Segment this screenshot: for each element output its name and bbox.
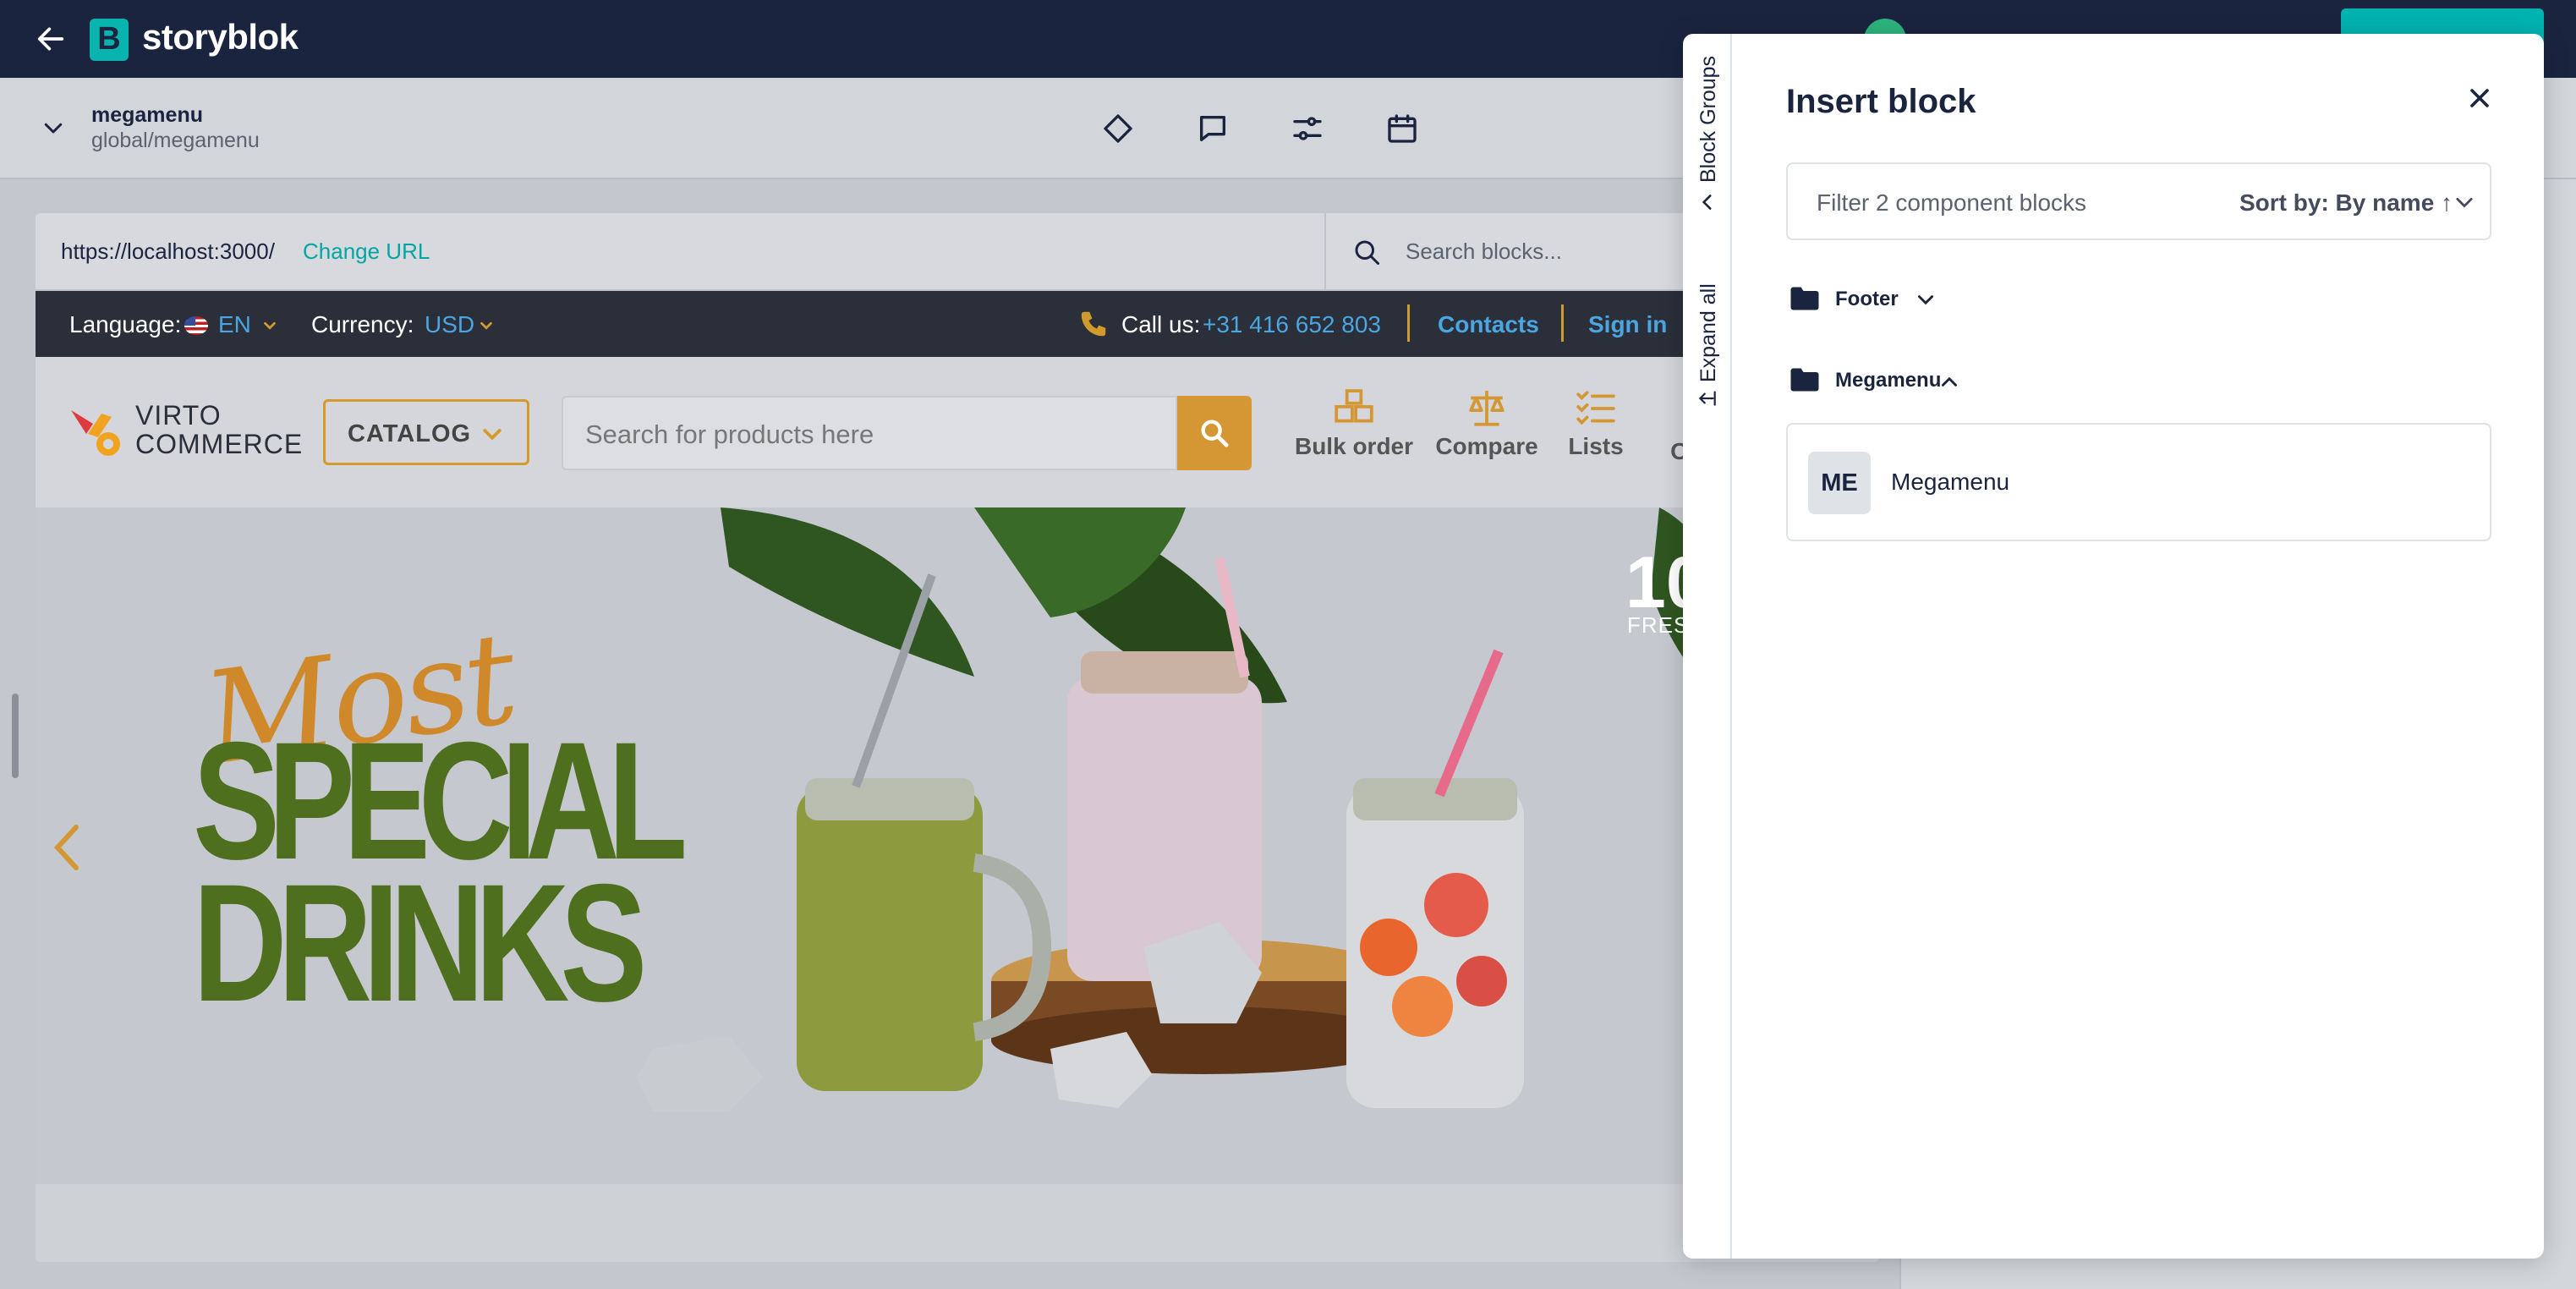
drawer-rail: Block Groups Expand all: [1683, 34, 1732, 1259]
collapse-left-icon[interactable]: [1696, 387, 1718, 409]
currency-label: Currency:: [311, 311, 414, 337]
checklist-icon: [1576, 391, 1615, 425]
calendar-icon[interactable]: [1385, 112, 1419, 145]
story-title: megamenu: [91, 103, 203, 127]
preview-footer: [36, 1184, 1879, 1262]
divider: [1324, 213, 1326, 291]
filter-blocks-input[interactable]: Filter 2 component blocks Sort by: By na…: [1786, 162, 2491, 240]
nav-bulk-order[interactable]: Bulk order: [1291, 389, 1417, 460]
app-name: storyblok: [142, 17, 299, 57]
chevron-down-icon[interactable]: [2453, 191, 2476, 215]
storyblok-logo-icon: B: [90, 19, 129, 61]
scales-icon: [1469, 391, 1504, 426]
preview-url: https://localhost:3000/: [61, 239, 275, 264]
insert-block-drawer: Block Groups Expand all Insert block Fil…: [1683, 34, 2544, 1259]
search-blocks-input[interactable]: Search blocks...: [1406, 239, 1562, 265]
sort-select[interactable]: Sort by: By name ↑: [2239, 189, 2453, 217]
language-label: Language:: [69, 311, 182, 337]
chevron-up-icon: [1942, 376, 1957, 387]
virto-logo-text: VIRTO COMMERCE: [135, 400, 304, 459]
expand-all-toggle[interactable]: Expand all: [1696, 283, 1721, 382]
visual-editor-preview: https://localhost:3000/ Change URL Searc…: [36, 213, 1879, 1262]
product-search-button[interactable]: [1177, 396, 1252, 470]
sign-in-link[interactable]: Sign in: [1588, 311, 1667, 338]
block-badge: ME: [1808, 452, 1871, 514]
close-icon[interactable]: [2464, 83, 2495, 113]
phone-link[interactable]: +31 416 652 803: [1203, 311, 1381, 338]
search-icon: [1201, 420, 1229, 447]
group-label: Footer: [1835, 288, 1899, 310]
change-url-link[interactable]: Change URL: [303, 239, 430, 265]
filter-placeholder: Filter 2 component blocks: [1817, 189, 2087, 216]
virto-logo-icon: [71, 410, 120, 456]
url-bar: https://localhost:3000/ Change URL Searc…: [36, 213, 1879, 291]
nav-lists[interactable]: Lists: [1558, 389, 1634, 460]
language-select[interactable]: EN: [218, 311, 251, 338]
folder-icon: [1790, 368, 1819, 392]
nav-compare[interactable]: Compare: [1434, 389, 1539, 460]
site-header: VIRTO COMMERCE CATALOG Search for produc…: [36, 357, 1879, 507]
sliders-icon[interactable]: [1291, 112, 1324, 145]
site-utility-bar: Language: EN Currency: USD Call us: +31 …: [36, 291, 1879, 357]
divider: [1407, 304, 1410, 342]
block-item-megamenu[interactable]: ME Megamenu: [1786, 423, 2491, 541]
catalog-button[interactable]: CATALOG: [323, 399, 529, 465]
comment-icon[interactable]: [1196, 112, 1230, 145]
drawer-title: Insert block: [1786, 83, 1976, 120]
hero-banner: Most SPECIAL DRINKS 10 FRESH: [36, 507, 1879, 1184]
currency-select[interactable]: USD: [425, 311, 474, 338]
chevron-down-icon: [483, 429, 501, 441]
chevron-down-icon[interactable]: [41, 115, 66, 140]
hero-headline-2: DRINKS: [193, 849, 647, 1036]
chevron-left-icon[interactable]: [1696, 191, 1718, 213]
carousel-prev-icon[interactable]: [51, 822, 81, 873]
arrow-left-icon[interactable]: [34, 22, 68, 56]
contacts-link[interactable]: Contacts: [1438, 311, 1539, 338]
chevron-down-icon[interactable]: [260, 316, 279, 335]
folder-icon: [1790, 287, 1819, 310]
drinks-illustration: [636, 507, 1752, 1111]
call-label: Call us:: [1121, 311, 1201, 337]
resize-handle[interactable]: [12, 694, 19, 778]
story-path: global/megamenu: [91, 129, 260, 152]
diamond-icon[interactable]: [1101, 112, 1135, 145]
block-name: Megamenu: [1891, 469, 2010, 495]
us-flag-icon: [184, 316, 208, 335]
block-groups-toggle[interactable]: Block Groups: [1696, 56, 1721, 183]
group-label: Megamenu: [1835, 369, 1942, 392]
search-icon: [1355, 240, 1379, 265]
chevron-down-icon: [1918, 295, 1933, 305]
divider: [1561, 304, 1564, 342]
boxes-icon: [1335, 389, 1373, 423]
chevron-down-icon[interactable]: [477, 316, 496, 335]
phone-icon: [1081, 311, 1106, 337]
product-search-input[interactable]: Search for products here: [562, 396, 1177, 470]
catalog-label: CATALOG: [348, 420, 472, 447]
